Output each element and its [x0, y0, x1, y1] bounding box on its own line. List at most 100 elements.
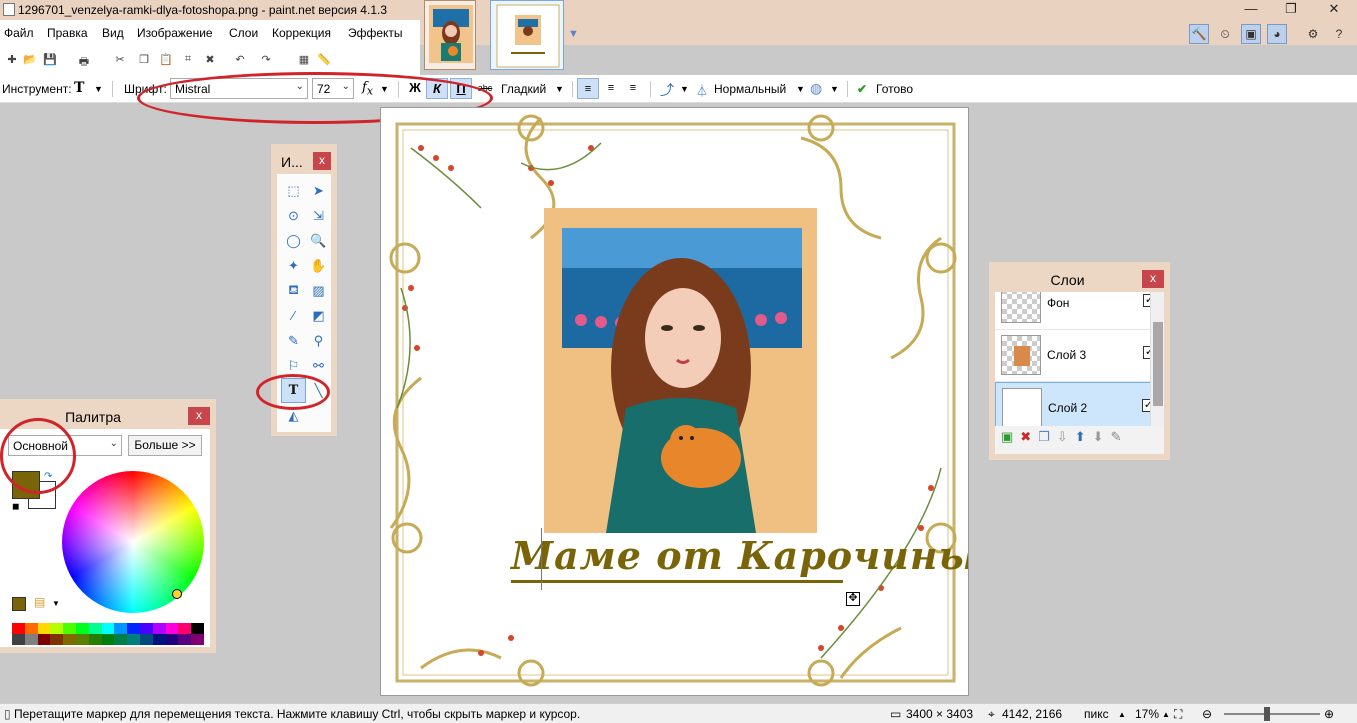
antialiasing-select[interactable]: Гладкий — [501, 82, 546, 96]
image-canvas[interactable]: Маме от Карочины ✥ — [380, 107, 969, 696]
gradient-tool-icon[interactable]: ▨ — [306, 278, 331, 303]
tab-overflow-icon[interactable]: ▼ — [568, 28, 579, 40]
palette-menu-dropdown-icon[interactable]: ▼ — [52, 599, 60, 608]
pan-tool-icon[interactable]: ✋ — [306, 253, 331, 278]
finish-button[interactable]: Готово — [876, 82, 913, 96]
color-wheel-marker[interactable] — [172, 589, 182, 599]
color-swatch[interactable] — [127, 634, 140, 645]
pencil-tool-icon[interactable]: ✎ — [281, 328, 306, 353]
menu-layers[interactable]: Слои — [229, 26, 258, 40]
zoom-fit-icon[interactable]: ⛶ — [1174, 707, 1182, 722]
blend-mode-select[interactable]: Нормальный — [714, 82, 786, 96]
layers-panel-close-button[interactable]: x — [1142, 270, 1164, 288]
document-tab-portrait[interactable] — [424, 0, 476, 70]
save-icon[interactable]: 💾 — [42, 53, 58, 67]
menu-file[interactable]: Файл — [4, 26, 34, 40]
maximize-button[interactable]: ❐ — [1271, 0, 1311, 20]
document-tab-frame[interactable] — [490, 0, 564, 70]
layer-row[interactable]: Слой 2 ✓ — [995, 382, 1164, 426]
ellipse-select-tool-icon[interactable]: ◯ — [281, 228, 306, 253]
zoom-tool-icon[interactable]: 🔍 — [306, 228, 331, 253]
layers-toggle-icon[interactable]: ▣ — [1241, 24, 1261, 44]
color-swatch[interactable] — [88, 634, 102, 645]
zoom-value[interactable]: 17% — [1135, 707, 1159, 721]
color-swatch[interactable] — [114, 623, 128, 634]
menu-effects[interactable]: Эффекты — [348, 26, 403, 40]
zoom-dropdown-icon[interactable]: ▲ — [1162, 710, 1170, 719]
units-dropdown-icon[interactable]: ▲ — [1118, 710, 1126, 719]
delete-layer-icon[interactable]: ✖ — [1020, 429, 1031, 445]
rectangle-select-tool-icon[interactable]: ⬚ — [281, 178, 306, 203]
grid-icon[interactable]: ▦ — [296, 53, 312, 67]
zoom-in-icon[interactable]: ⊕ — [1324, 707, 1334, 721]
color-swatch[interactable] — [76, 623, 89, 634]
color-swatch[interactable] — [152, 623, 166, 634]
fill-mode-dropdown-icon[interactable]: ▼ — [830, 84, 839, 94]
tools-panel-close-button[interactable]: x — [313, 152, 331, 170]
zoom-slider[interactable] — [1224, 707, 1320, 721]
align-center-button[interactable]: ≡ — [600, 78, 622, 99]
fill-mode-icon[interactable]: ◍ — [810, 80, 822, 97]
recolor-tool-icon[interactable]: ⚯ — [306, 353, 331, 378]
tools-toggle-icon[interactable]: 🔨 — [1189, 24, 1209, 44]
zoom-out-icon[interactable]: ⊖ — [1202, 707, 1212, 721]
close-button[interactable]: ✕ — [1311, 0, 1357, 20]
color-swatch[interactable] — [178, 634, 192, 645]
colors-toggle-icon[interactable]: ◕ — [1267, 24, 1287, 44]
color-wheel[interactable] — [62, 471, 204, 613]
layers-scrollbar[interactable] — [1150, 292, 1164, 426]
align-left-button[interactable]: ≡ — [577, 78, 599, 99]
print-icon[interactable]: 🖶 — [76, 53, 92, 68]
open-file-icon[interactable]: 📂 — [22, 53, 38, 67]
color-swatch[interactable] — [50, 634, 64, 645]
copy-icon[interactable]: ❐ — [136, 53, 152, 67]
color-swatch[interactable] — [76, 634, 89, 645]
cut-icon[interactable]: ✂ — [112, 53, 128, 67]
color-swatch[interactable] — [140, 623, 153, 634]
move-layer-down-icon[interactable]: ⬇ — [1093, 429, 1104, 445]
layer-row[interactable]: Фон ✓ — [995, 292, 1164, 330]
lasso-select-tool-icon[interactable]: ⊙ — [281, 203, 306, 228]
menu-adjustments[interactable]: Коррекция — [272, 26, 331, 40]
paint-bucket-tool-icon[interactable]: ⛾ — [281, 278, 306, 303]
color-swatch[interactable] — [152, 634, 166, 645]
paintbrush-tool-icon[interactable]: ∕ — [281, 303, 306, 328]
color-swatch[interactable] — [101, 623, 115, 634]
color-swatch[interactable] — [140, 634, 153, 645]
color-swatch[interactable] — [50, 623, 64, 634]
deselect-icon[interactable]: ✖ — [202, 53, 218, 67]
color-swatch[interactable] — [191, 634, 204, 645]
crop-icon[interactable]: ⌗ — [180, 53, 196, 67]
ruler-icon[interactable]: 📏 — [316, 53, 332, 67]
color-swatch[interactable] — [37, 634, 51, 645]
duplicate-layer-icon[interactable]: ❐ — [1038, 429, 1050, 445]
palette-menu-icon[interactable]: ▤ — [34, 595, 45, 609]
minimize-button[interactable]: — — [1231, 0, 1271, 20]
add-color-icon[interactable] — [12, 597, 26, 611]
color-swatch[interactable] — [12, 623, 25, 634]
paste-icon[interactable]: 📋 — [158, 53, 174, 67]
reset-colors-icon[interactable]: ◼ — [12, 501, 19, 512]
selection-mode-dropdown-icon[interactable]: ▼ — [680, 84, 689, 94]
move-handle-icon[interactable]: ✥ — [846, 592, 860, 606]
menu-view[interactable]: Вид — [102, 26, 124, 40]
settings-icon[interactable]: ⚙ — [1303, 24, 1323, 44]
color-swatch[interactable] — [114, 634, 128, 645]
blend-mode-dropdown-icon[interactable]: ▼ — [796, 84, 805, 94]
menu-image[interactable]: Изображение — [137, 26, 213, 40]
color-swatch[interactable] — [37, 623, 51, 634]
new-file-icon[interactable]: ✚ — [4, 53, 20, 67]
units-select[interactable]: пикс — [1084, 707, 1109, 721]
color-swatch[interactable] — [88, 623, 102, 634]
color-swatch[interactable] — [165, 634, 179, 645]
antialiasing-dropdown-icon[interactable]: ▼ — [555, 84, 564, 94]
color-swatch[interactable] — [12, 634, 25, 645]
eraser-tool-icon[interactable]: ◩ — [306, 303, 331, 328]
menu-edit[interactable]: Правка — [47, 26, 88, 40]
color-swatch[interactable] — [178, 623, 192, 634]
magic-wand-tool-icon[interactable]: ✦ — [281, 253, 306, 278]
merge-layer-down-icon[interactable]: ⇩ — [1057, 429, 1068, 445]
move-selected-tool-icon[interactable]: ➤ — [306, 178, 331, 203]
color-swatch[interactable] — [63, 634, 76, 645]
align-right-button[interactable]: ≡ — [622, 78, 644, 99]
